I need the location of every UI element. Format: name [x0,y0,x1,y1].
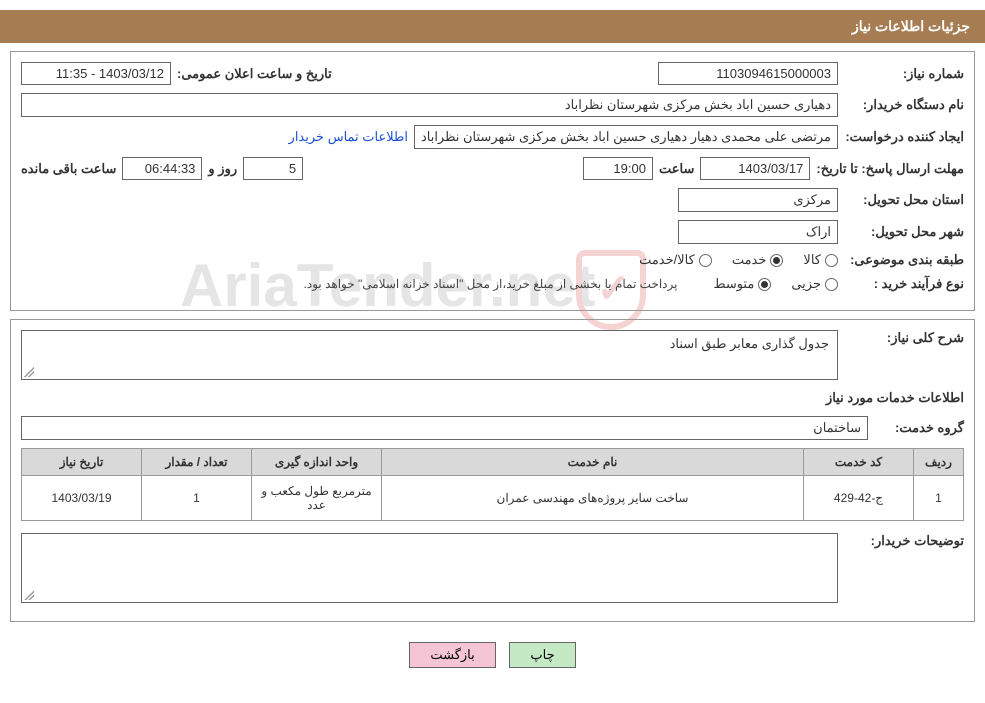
radio-icon [825,254,838,267]
delivery-province-label: استان محل تحویل: [844,192,964,208]
th-unit: واحد اندازه گیری [252,449,382,476]
th-row: ردیف [914,449,964,476]
contact-link[interactable]: اطلاعات تماس خریدار [289,129,408,145]
radio-goods[interactable]: کالا [803,252,838,268]
need-number-label: شماره نیاز: [844,66,964,82]
payment-note: پرداخت تمام یا بخشی از مبلغ خرید،از محل … [304,277,678,291]
process-radio-group: جزیی متوسط [713,276,838,292]
process-label: نوع فرآیند خرید : [844,276,964,292]
page-header: جزئیات اطلاعات نیاز [0,10,985,43]
th-name: نام خدمت [382,449,804,476]
td-qty: 1 [142,476,252,521]
category-radio-group: کالا خدمت کالا/خدمت [639,252,838,268]
service-group-field: ساختمان [21,416,868,440]
services-table: ردیف کد خدمت نام خدمت واحد اندازه گیری ت… [21,448,964,521]
buyer-org-field: دهیاری حسین اباد بخش مرکزی شهرستان نظراب… [21,93,838,117]
radio-service[interactable]: خدمت [732,252,784,268]
remaining-label: ساعت باقی مانده [21,161,116,177]
deadline-time-field: 19:00 [583,157,653,180]
info-section: شماره نیاز: 1103094615000003 تاریخ و ساع… [10,51,975,311]
radio-small[interactable]: جزیی [791,276,838,292]
td-name: ساخت سایر پروژه‌های مهندسی عمران [382,476,804,521]
td-row: 1 [914,476,964,521]
announce-date-field: 1403/03/12 - 11:35 [21,62,171,85]
td-date: 1403/03/19 [22,476,142,521]
details-section: شرح کلی نیاز: جدول گذاری معابر طبق اسناد… [10,319,975,622]
radio-medium[interactable]: متوسط [713,276,771,292]
radio-icon [770,254,783,267]
print-button[interactable]: چاپ [509,642,575,668]
radio-icon [699,254,712,267]
category-label: طبقه بندی موضوعی: [844,252,964,268]
requester-field: مرتضی علی محمدی دهیار دهیاری حسین اباد ب… [414,125,838,149]
buyer-notes-field [21,533,838,603]
table-row: 1 ج-42-429 ساخت سایر پروژه‌های مهندسی عم… [22,476,964,521]
back-button[interactable]: بازگشت [409,642,495,668]
summary-field: جدول گذاری معابر طبق اسناد [21,330,838,380]
radio-goods-service[interactable]: کالا/خدمت [639,252,712,268]
table-header-row: ردیف کد خدمت نام خدمت واحد اندازه گیری ت… [22,449,964,476]
buyer-notes-label: توضیحات خریدار: [844,533,964,549]
th-code: کد خدمت [804,449,914,476]
summary-label: شرح کلی نیاز: [844,330,964,346]
announce-date-label: تاریخ و ساعت اعلان عمومی: [177,66,332,82]
time-label: ساعت [659,161,694,177]
requester-label: ایجاد کننده درخواست: [844,129,964,145]
page-title: جزئیات اطلاعات نیاز [852,18,970,34]
td-unit: مترمربع طول مکعب و عدد [252,476,382,521]
resize-handle-icon [24,590,34,600]
days-label: روز و [208,161,237,177]
delivery-city-label: شهر محل تحویل: [844,224,964,240]
countdown-field: 06:44:33 [122,157,202,180]
delivery-city-field: اراک [678,220,838,244]
resize-handle-icon [24,367,34,377]
th-qty: تعداد / مقدار [142,449,252,476]
button-bar: چاپ بازگشت [0,630,985,688]
deadline-date-field: 1403/03/17 [700,157,810,180]
radio-icon [825,278,838,291]
radio-icon [758,278,771,291]
th-date: تاریخ نیاز [22,449,142,476]
days-field: 5 [243,157,303,180]
need-number-field: 1103094615000003 [658,62,838,85]
deadline-label: مهلت ارسال پاسخ: تا تاریخ: [816,161,964,177]
services-title: اطلاعات خدمات مورد نیاز [21,390,964,406]
td-code: ج-42-429 [804,476,914,521]
service-group-label: گروه خدمت: [874,420,964,436]
delivery-province-field: مرکزی [678,188,838,212]
buyer-org-label: نام دستگاه خریدار: [844,97,964,113]
